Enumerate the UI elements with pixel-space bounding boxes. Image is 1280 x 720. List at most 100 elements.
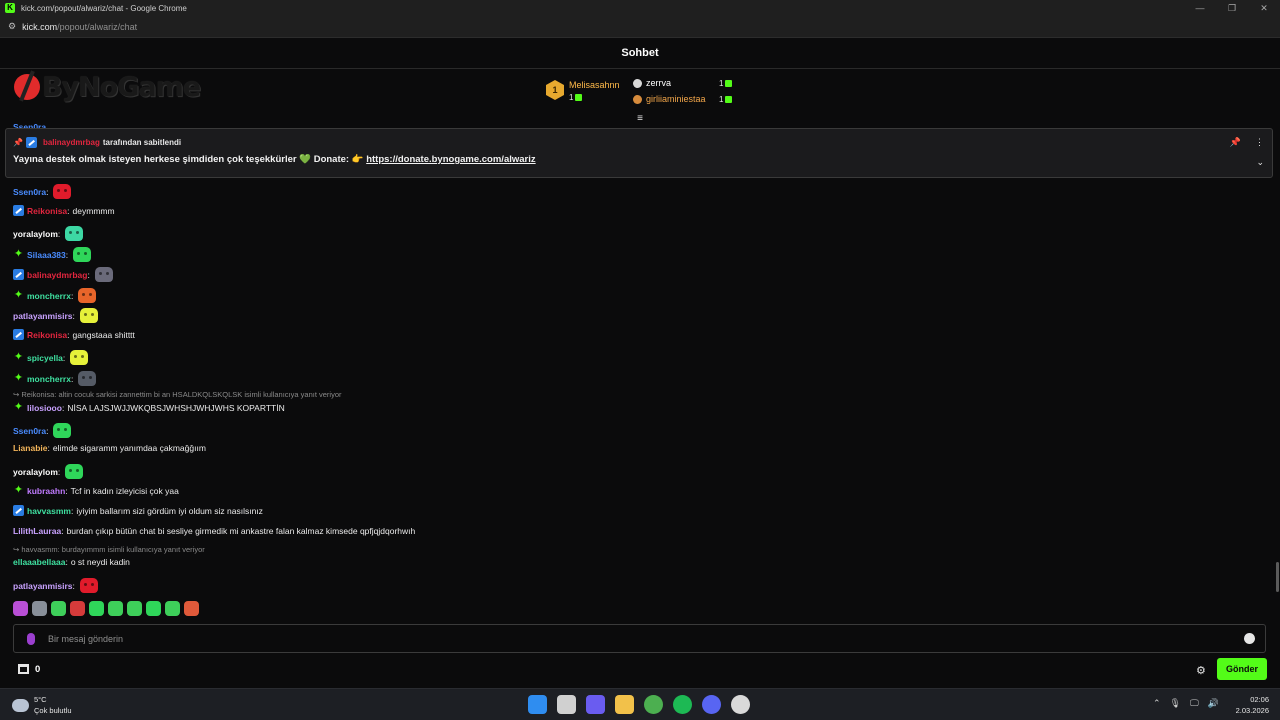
quick-emote-icon[interactable] [146,601,161,616]
emote-icon[interactable] [94,267,113,282]
site-info-icon[interactable]: ⚙ [8,21,16,32]
quick-emote-icon[interactable] [165,601,180,616]
leaderboard-row[interactable]: girliiaminiestaa 1 [633,93,743,105]
display-tray-icon[interactable]: 🖵 [1190,698,1199,709]
chat-username[interactable]: LilithLauraa [13,526,61,536]
task-view-icon[interactable] [557,695,576,714]
emote-icon[interactable] [78,371,97,386]
minimize-button[interactable]: — [1184,0,1216,16]
emote-icon[interactable] [78,288,97,303]
sparkle-badge-icon: ✦ [13,248,24,260]
chat-scrollbar[interactable] [1276,562,1279,592]
subscriber-badge-icon [13,269,24,280]
leaderboard-first-name[interactable]: Melisasahnn [569,80,620,90]
chat-username[interactable]: ellaaabellaaa [13,557,65,567]
chat-username[interactable]: yoralaylom [13,229,58,239]
url-text[interactable]: kick.com/popout/alwariz/chat [22,22,137,32]
chat-username[interactable]: havvasmm [27,506,71,516]
spotify-icon[interactable] [673,695,692,714]
start-icon[interactable] [528,695,547,714]
emote-icon[interactable] [65,464,84,479]
username-separator: : [72,580,75,591]
chat-username[interactable]: moncherrx [27,291,71,301]
volume-icon[interactable]: 🔊 [1208,698,1219,709]
leaderboard-name: girliiaminiestaa [646,94,706,104]
quick-emote-icon[interactable] [108,601,123,616]
restore-button[interactable]: ❐ [1216,0,1248,16]
more-options-icon[interactable]: ⋮ [1255,137,1264,148]
chat-message: ✦ kubraahn: Tcf in kadın izleyicisi çok ya… [13,485,179,496]
emote-icon[interactable] [53,423,72,438]
quick-emote-icon[interactable] [89,601,104,616]
leaderboard-row[interactable]: zerrva 1 [633,77,743,89]
chat-message-text: o st neydi kadin [70,557,130,567]
chevron-down-icon[interactable]: ⌄ [1256,157,1264,168]
leaderboard-toggle-icon[interactable]: ≡ [634,114,646,124]
quick-emote-icon[interactable] [13,601,28,616]
store-icon[interactable] [18,664,29,674]
chat-message: ✦ spicyella: [13,350,89,365]
chat-username[interactable]: balinaydmrbag [27,270,87,280]
reply-context[interactable]: ↪ Reikonisa: altin cocuk sarkisi zannett… [13,390,342,399]
chat-username[interactable]: patlayanmisirs [13,581,73,591]
weather-text: 5°C Çok bulutlu [34,694,72,716]
chat-username[interactable]: Ssen0ra [13,187,46,197]
steam-icon[interactable] [731,695,750,714]
quick-emote-icon[interactable] [32,601,47,616]
microphone-tray-icon[interactable]: 🎙 [1170,698,1181,709]
weather-widget[interactable]: 5°C Çok bulutlu [12,694,72,716]
file-explorer-icon[interactable] [615,695,634,714]
chat-username[interactable]: Reikonisa [27,330,67,340]
emote-icon[interactable] [73,247,92,262]
chat-username[interactable]: spicyella [27,353,63,363]
reply-context[interactable]: ↪ havvasmm: burdayımmm isimli kullanıcıy… [13,545,205,554]
chat-username[interactable]: moncherrx [27,374,71,384]
pinned-by-user[interactable]: balinaydmrbag [43,138,100,147]
chat-message: Ssen0ra: [13,423,72,438]
copilot-icon[interactable] [586,695,605,714]
chat-message-text: NİSA LAJSJWJJWKQBSJWHSHJWHJWHS KOPARTTİN [67,402,285,413]
chat-username[interactable]: kubraahn [27,486,65,496]
emote-icon[interactable] [53,184,72,199]
unpin-icon[interactable]: 📌 [1230,137,1241,148]
pinned-message: 📌 balinaydmrbag tarafından sabitlendi Ya… [5,128,1273,178]
emote-icon[interactable] [65,226,84,241]
channel-points[interactable]: 0 [35,664,40,675]
pinned-actions: 📌 ⋮ [1230,137,1264,148]
username-separator: : [46,186,49,197]
chat-username[interactable]: lilosiooo [27,403,62,413]
chat-username[interactable]: Reikonisa [27,206,67,216]
quick-emote-icon[interactable] [51,601,66,616]
chrome-icon[interactable] [644,695,663,714]
username-separator: : [70,373,74,384]
chat-username[interactable]: patlayanmisirs [13,311,73,321]
pinned-text: Yayına destek olmak isteyen herkese şimd… [13,154,536,165]
chat-username[interactable]: yoralaylom [13,467,58,477]
send-button[interactable]: Gönder [1217,658,1267,680]
discord-icon[interactable] [702,695,721,714]
emote-icon[interactable] [70,350,89,365]
tray-chevron-icon[interactable]: ⌃ [1153,698,1161,709]
quick-emote-icon[interactable] [184,601,199,616]
chat-messages[interactable]: Ssen0ra: Reikonisa: deymmmm yoralaylom: ✦ Sil… [0,182,1275,594]
donate-link[interactable]: https://donate.bynogame.com/alwariz [366,154,535,165]
emote-icon[interactable] [79,578,98,593]
chat-username[interactable]: Lianabie [13,443,47,453]
message-input[interactable] [48,633,1198,644]
settings-gear-icon[interactable]: ⚙ [1196,664,1206,677]
weather-desc: Çok bulutlu [34,706,72,715]
microphone-icon[interactable] [27,632,35,645]
chat-username[interactable]: Ssen0ra [13,426,46,436]
emote-icon[interactable] [79,308,98,323]
chat-username[interactable]: Silaaa383 [27,250,66,260]
subscriber-badge-icon [13,205,24,216]
quick-emote-icon[interactable] [127,601,142,616]
quick-emote-icon[interactable] [70,601,85,616]
pinned-text-mid: Donate: [311,154,352,165]
pointing-hand-icon: 👉 [351,154,364,165]
address-bar[interactable]: ⚙ kick.com/popout/alwariz/chat [0,16,1280,38]
system-clock[interactable]: 02:06 2.03.2026 [1233,694,1269,716]
close-button[interactable]: ✕ [1248,0,1280,16]
bynogame-logo: ByNoGame [14,70,214,104]
emote-picker-icon[interactable] [1244,633,1255,644]
